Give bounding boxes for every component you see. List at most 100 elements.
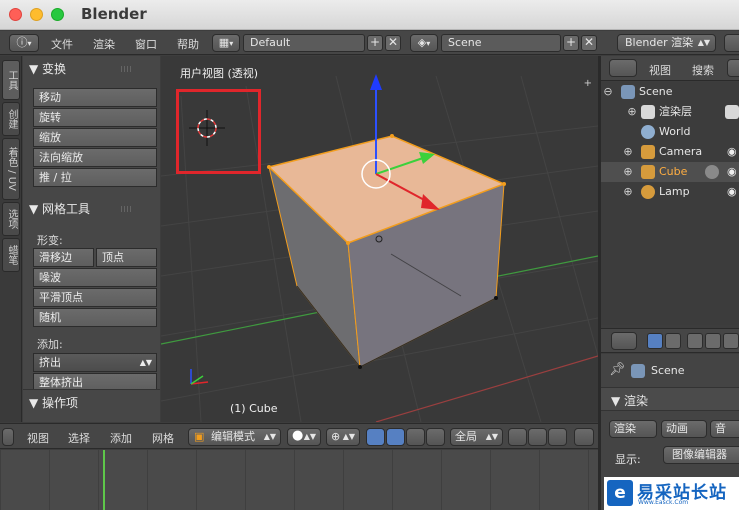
vertex-select-mode[interactable] [508,428,527,446]
tab-grease-pencil[interactable]: 蜡笔 [2,238,20,272]
outliner-item-render-layers[interactable]: ⊕ 渲染层 [601,102,739,122]
rotate-button[interactable]: 旋转 [33,108,157,127]
menu-help[interactable]: 帮助 [177,36,199,52]
modifier-icon [705,165,719,179]
audio-button-label: 音 [715,422,726,435]
audio-button[interactable]: 音 [710,420,739,438]
transform-panel-header[interactable]: ▼ 变换 [29,60,66,77]
render-engine-select[interactable]: Blender 渲染 ▲▼ [617,34,716,52]
object-props-icon[interactable] [723,333,739,349]
world-props-icon[interactable] [705,333,721,349]
render-layers-icon[interactable] [665,333,681,349]
shrink-fatten-button[interactable]: 法向缩放 [33,148,157,167]
editor-type-button[interactable] [2,428,14,446]
pivot-point-select[interactable]: ⊕ ▲▼ [326,428,360,446]
world-icon [641,125,655,139]
render-engine-label: Blender 渲染 [625,36,694,49]
screen-layout-field[interactable]: Default [243,34,365,52]
timeline-playhead[interactable] [103,450,105,510]
render-panel-header[interactable]: ▼ 渲染 [601,387,739,411]
menu-add[interactable]: 添加 [110,430,132,446]
add-screen-button[interactable]: + [367,35,383,51]
outliner-item-cube[interactable]: ⊕ Cube ◉ [601,162,739,182]
scale-button[interactable]: 缩放 [33,128,157,147]
scene-select-button[interactable]: ◈▾ [410,34,438,52]
operator-panel: ▼ 操作项 [23,389,160,422]
pin-icon[interactable]: 📌︎ [609,362,626,377]
push-pull-button[interactable]: 推 / 拉 [33,168,157,187]
scale-manipulator-icon[interactable] [426,428,445,446]
info-icon: ⓘ [16,36,28,49]
panel-grip[interactable] [121,66,133,72]
transform-orientation-select[interactable]: 全局 ▲▼ [450,428,503,446]
menu-file[interactable]: 文件 [51,36,73,52]
operator-panel-header[interactable]: ▼ 操作项 [29,394,78,411]
translate-button[interactable]: 移动 [33,88,157,107]
translate-manipulator-icon[interactable] [386,428,405,446]
add-label: 添加: [37,338,63,351]
randomize-button[interactable]: 随机 [33,308,157,327]
delete-screen-button[interactable]: ✕ [385,35,401,51]
close-window-button[interactable] [9,8,22,21]
viewport-header: 视图 选择 添加 网格 ▣ 编辑模式 ▲▼ ● ▲▼ ⊕ ▲▼ 全局 ▲▼ [0,423,598,449]
face-select-mode[interactable] [548,428,567,446]
animation-button[interactable]: 动画 [661,420,707,438]
noise-button[interactable]: 噪波 [33,268,157,287]
scene-props-icon[interactable] [687,333,703,349]
outliner-item-world[interactable]: World [601,122,739,142]
animation-button-label: 动画 [666,422,688,435]
render-icon[interactable] [647,333,663,349]
eye-icon[interactable]: ◉ [727,182,737,202]
info-extra-button[interactable] [724,34,739,52]
delete-scene-button[interactable]: ✕ [581,35,597,51]
editor-type-button[interactable]: ⓘ▾ [9,34,39,52]
slide-edge-button[interactable]: 滑移边 [33,248,94,267]
menu-view[interactable]: 视图 [27,430,49,446]
outliner-item-scene[interactable]: ⊖ Scene [601,82,739,102]
viewport-properties-toggle[interactable]: + [584,78,592,89]
timeline[interactable] [0,450,598,510]
eye-icon[interactable]: ◉ [727,142,737,162]
menu-select[interactable]: 选择 [68,430,90,446]
extrude-select[interactable]: 挤出 ▲▼ [33,353,157,372]
outliner-label: Cube [659,165,688,178]
edge-select-mode[interactable] [528,428,547,446]
mode-label: 编辑模式 [211,430,255,443]
display-select[interactable]: 图像编辑器 [663,446,739,464]
rotate-manipulator-icon[interactable] [406,428,425,446]
tab-shading-uv[interactable]: 着色 / UV [2,138,20,200]
outliner-menu-search[interactable]: 搜索 [692,62,714,78]
render-button[interactable]: 渲染 [609,420,657,438]
outliner-editor-type[interactable] [609,59,637,77]
outliner-display-mode[interactable] [727,59,739,77]
edit-mode-icon: ▣ [194,430,205,443]
menu-window[interactable]: 窗口 [135,36,157,52]
outliner-menu-view[interactable]: 视图 [649,62,671,78]
scene-field[interactable]: Scene [441,34,561,52]
render-button-label: 渲染 [614,422,636,435]
properties-editor-type[interactable] [611,332,637,350]
limit-selection-toggle[interactable] [574,428,594,446]
menu-mesh[interactable]: 网格 [152,430,174,446]
mesh-tools-panel-header[interactable]: ▼ 网格工具 [29,200,90,217]
tab-options[interactable]: 选项 [2,202,20,236]
add-scene-button[interactable]: + [563,35,579,51]
tab-create[interactable]: 创建 [2,102,20,136]
viewport-shading-select[interactable]: ● ▲▼ [287,428,321,446]
eye-icon[interactable]: ◉ [727,162,737,182]
x-axis-line [375,355,598,422]
zoom-window-button[interactable] [51,8,64,21]
menu-render[interactable]: 渲染 [93,36,115,52]
smooth-vertex-button[interactable]: 平滑顶点 [33,288,157,307]
outliner-item-lamp[interactable]: ⊕ Lamp ◉ [601,182,739,202]
slide-vertex-button[interactable]: 顶点 [96,248,157,267]
outliner-item-camera[interactable]: ⊕ Camera ◉ [601,142,739,162]
manipulator-toggle[interactable] [366,428,385,446]
3d-viewport[interactable]: 用户视图 (透视) (1) Cube + [161,56,598,422]
screen-layout-icon: ▦ [218,36,230,49]
mode-select[interactable]: ▣ 编辑模式 ▲▼ [188,428,281,446]
minimize-window-button[interactable] [30,8,43,21]
panel-grip[interactable] [121,206,133,212]
screen-layout-button[interactable]: ▦▾ [212,34,240,52]
tab-tools[interactable]: 工具 [2,60,20,100]
